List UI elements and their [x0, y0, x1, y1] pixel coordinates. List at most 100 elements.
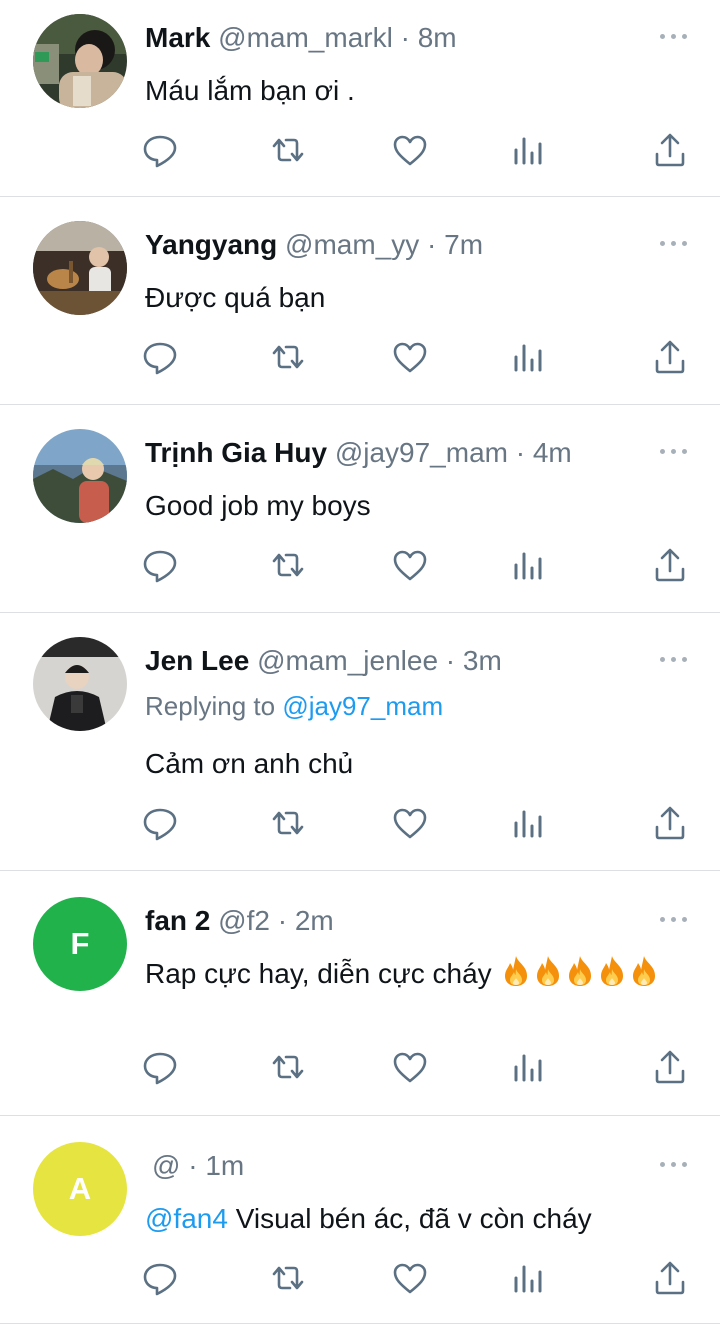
retweet-icon: [268, 545, 308, 585]
tweet-text: Máu lắm bạn ơi .: [145, 75, 355, 106]
display-name[interactable]: Yangyang: [145, 229, 277, 260]
fire-emoji-group: [499, 955, 659, 989]
more-options-icon[interactable]: [660, 657, 688, 665]
tweet-text: Được quá bạn: [145, 282, 326, 313]
reply-button[interactable]: [140, 337, 180, 377]
reply-button[interactable]: [140, 545, 180, 585]
user-handle[interactable]: @: [152, 1150, 180, 1181]
timestamp[interactable]: 2m: [295, 905, 334, 936]
tweet[interactable]: Trịnh Gia Huy @jay97_mam · 4m Good job m…: [0, 405, 720, 613]
replying-to-handle[interactable]: @jay97_mam: [282, 691, 443, 721]
tweet-text: Rap cực hay, diễn cực cháy: [145, 958, 492, 989]
timestamp[interactable]: 1m: [205, 1150, 244, 1181]
avatar[interactable]: [33, 221, 127, 315]
retweet-button[interactable]: [268, 1258, 308, 1298]
like-button[interactable]: [390, 130, 430, 170]
reply-icon: [140, 337, 180, 377]
share-icon: [650, 545, 690, 585]
reply-button[interactable]: [140, 130, 180, 170]
retweet-button[interactable]: [268, 803, 308, 843]
like-button[interactable]: [390, 1047, 430, 1087]
views-icon: [508, 1258, 548, 1298]
more-options-icon[interactable]: [660, 241, 688, 249]
avatar[interactable]: [33, 429, 127, 523]
reply-button[interactable]: [140, 1047, 180, 1087]
tweet[interactable]: A @ · 1m @fan4 Visual bén ác, đã v còn c…: [0, 1116, 720, 1324]
fire-emoji-icon: [565, 955, 595, 987]
user-handle[interactable]: @mam_jenlee: [257, 645, 438, 676]
photo-avatar-icon: [33, 429, 127, 523]
share-button[interactable]: [650, 1258, 690, 1298]
timestamp[interactable]: 3m: [463, 645, 502, 676]
retweet-button[interactable]: [268, 337, 308, 377]
share-button[interactable]: [650, 545, 690, 585]
photo-avatar-icon: [33, 221, 127, 315]
timestamp[interactable]: 8m: [418, 22, 457, 53]
display-name[interactable]: Jen Lee: [145, 645, 249, 676]
like-button[interactable]: [390, 337, 430, 377]
replying-to: Replying to @jay97_mam: [145, 689, 443, 723]
views-button[interactable]: [508, 545, 548, 585]
views-button[interactable]: [508, 130, 548, 170]
share-icon: [650, 1047, 690, 1087]
like-icon: [390, 803, 430, 843]
user-handle[interactable]: @mam_yy: [285, 229, 419, 260]
share-button[interactable]: [650, 1047, 690, 1087]
tweet[interactable]: Mark @mam_markl · 8m Máu lắm bạn ơi .: [0, 0, 720, 197]
display-name[interactable]: fan 2: [145, 905, 210, 936]
user-handle[interactable]: @jay97_mam: [335, 437, 508, 468]
like-button[interactable]: [390, 803, 430, 843]
fire-emoji-icon: [597, 955, 627, 987]
tweet-text-block: @fan4 Visual bén ác, đã v còn cháy: [145, 1198, 680, 1240]
views-button[interactable]: [508, 1047, 548, 1087]
more-options-icon[interactable]: [660, 917, 688, 925]
user-handle[interactable]: @f2: [218, 905, 270, 936]
avatar[interactable]: F: [33, 897, 127, 991]
more-options-icon[interactable]: [660, 1162, 688, 1170]
like-button[interactable]: [390, 545, 430, 585]
share-button[interactable]: [650, 337, 690, 377]
retweet-button[interactable]: [268, 545, 308, 585]
retweet-button[interactable]: [268, 130, 308, 170]
timestamp[interactable]: 4m: [533, 437, 572, 468]
share-button[interactable]: [650, 803, 690, 843]
more-options-icon[interactable]: [660, 449, 688, 457]
avatar[interactable]: [33, 14, 127, 108]
reply-icon: [140, 545, 180, 585]
reply-icon: [140, 1258, 180, 1298]
tweet-actions: [140, 337, 700, 377]
timestamp[interactable]: 7m: [444, 229, 483, 260]
like-button[interactable]: [390, 1258, 430, 1298]
share-icon: [650, 337, 690, 377]
views-button[interactable]: [508, 337, 548, 377]
photo-avatar-icon: [33, 14, 127, 108]
tweet[interactable]: F fan 2 @f2 · 2m Rap cực hay, diễn cực c…: [0, 871, 720, 1116]
display-name[interactable]: Mark: [145, 22, 210, 53]
share-button[interactable]: [650, 130, 690, 170]
retweet-button[interactable]: [268, 1047, 308, 1087]
reply-button[interactable]: [140, 1258, 180, 1298]
retweet-icon: [268, 1047, 308, 1087]
avatar-letter: F: [70, 926, 90, 961]
tweet[interactable]: Jen Lee @mam_jenlee · 3m Replying to @ja…: [0, 613, 720, 871]
display-name[interactable]: Trịnh Gia Huy: [145, 437, 327, 468]
user-handle[interactable]: @mam_markl: [218, 22, 393, 53]
views-button[interactable]: [508, 1258, 548, 1298]
avatar[interactable]: A: [33, 1142, 127, 1236]
tweet-actions: [140, 545, 700, 585]
retweet-icon: [268, 1258, 308, 1298]
views-button[interactable]: [508, 803, 548, 843]
tweet-actions: [140, 803, 700, 843]
reply-button[interactable]: [140, 803, 180, 843]
avatar[interactable]: [33, 637, 127, 731]
reply-icon: [140, 1047, 180, 1087]
reply-icon: [140, 803, 180, 843]
like-icon: [390, 1047, 430, 1087]
like-icon: [390, 130, 430, 170]
tweet[interactable]: Yangyang @mam_yy · 7m Được quá bạn: [0, 197, 720, 405]
more-options-icon[interactable]: [660, 34, 688, 42]
separator-dot: ·: [445, 645, 456, 676]
retweet-icon: [268, 337, 308, 377]
mention-link[interactable]: @fan4: [145, 1203, 228, 1234]
share-icon: [650, 1258, 690, 1298]
